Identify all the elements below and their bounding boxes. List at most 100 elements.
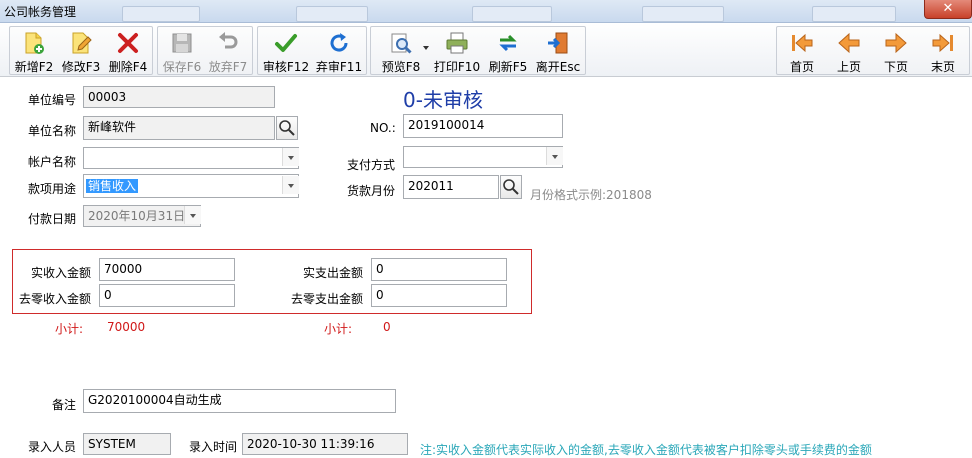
account-dropdown-icon[interactable] <box>282 148 299 166</box>
unit-name-field[interactable]: 新峰软件 <box>83 116 275 140</box>
purpose-dropdown-icon[interactable] <box>282 176 299 194</box>
actual-income-field[interactable]: 70000 <box>99 258 235 281</box>
print-button-label: 打印F10 <box>433 60 481 74</box>
account-label: 帐户名称 <box>28 155 77 169</box>
last-page-icon <box>932 33 953 53</box>
delete-button-label: 删除F4 <box>108 60 148 74</box>
remark-field[interactable]: G2020100004自动生成 <box>83 389 396 413</box>
month-label: 货款月份 <box>347 184 396 198</box>
preview-button[interactable]: 预览F8 <box>373 27 429 74</box>
printer-icon <box>446 32 468 54</box>
toolbar-group-navigation: 首页 上页 下页 末页 <box>776 26 970 75</box>
refresh-green-icon <box>499 34 517 52</box>
edit-button[interactable]: 修改F3 <box>59 27 103 74</box>
edit-button-label: 修改F3 <box>61 60 101 74</box>
entry-time-label: 录入时间 <box>189 440 238 454</box>
close-button[interactable]: ✕ <box>924 0 972 19</box>
title-bar: 公司帐务管理 ✕ <box>0 0 972 23</box>
background-tab <box>812 6 896 22</box>
pay-date-label: 付款日期 <box>28 212 77 226</box>
save-icon <box>172 33 192 53</box>
next-page-button[interactable]: 下页 <box>873 27 919 74</box>
refresh-blue-icon <box>330 33 348 52</box>
pay-method-select[interactable] <box>403 146 563 168</box>
toolbar-group-save: 保存F6 放弃F7 <box>157 26 253 75</box>
refresh-button-label: 刷新F5 <box>488 60 528 74</box>
month-search-button[interactable] <box>500 175 522 199</box>
toolbar-group-output: 预览F8 打印F10 刷新F5 离开Esc <box>370 26 586 75</box>
delete-icon <box>118 33 138 53</box>
unit-code-label: 单位编号 <box>28 93 77 107</box>
exit-button[interactable]: 离开Esc <box>533 27 583 74</box>
new-button[interactable]: 新增F2 <box>12 27 56 74</box>
no-field[interactable]: 2019100014 <box>403 114 563 138</box>
next-page-label: 下页 <box>883 60 908 74</box>
purpose-select[interactable]: 销售收入 <box>83 174 299 198</box>
no-label: NO.: <box>370 121 396 135</box>
unaudit-button-label: 弃审F11 <box>315 60 363 74</box>
account-select[interactable] <box>83 147 299 169</box>
unit-search-button[interactable] <box>276 116 298 140</box>
save-button[interactable]: 保存F6 <box>160 27 204 74</box>
undo-button-label: 放弃F7 <box>208 60 248 74</box>
round-income-label: 去零收入金额 <box>19 292 92 306</box>
last-page-label: 末页 <box>930 60 955 74</box>
first-page-icon <box>792 33 813 53</box>
search-icon <box>503 179 519 195</box>
undo-button[interactable]: 放弃F7 <box>206 27 250 74</box>
purpose-label: 款项用途 <box>28 182 77 196</box>
preview-button-label: 预览F8 <box>381 60 421 74</box>
first-page-label: 首页 <box>789 60 814 74</box>
background-tab <box>122 6 200 22</box>
search-icon <box>279 120 295 136</box>
month-field[interactable]: 202011 <box>403 175 499 199</box>
entry-user-field[interactable]: SYSTEM <box>83 433 171 455</box>
prev-page-icon <box>838 32 860 54</box>
check-icon <box>275 34 297 52</box>
unit-code-field[interactable]: 00003 <box>83 86 275 108</box>
round-expense-label: 去零支出金额 <box>291 292 364 306</box>
actual-income-label: 实收入金额 <box>31 266 92 280</box>
exit-icon <box>548 32 568 54</box>
dropdown-arrow-icon[interactable] <box>423 46 429 50</box>
background-tab <box>296 6 368 22</box>
pay-date-dropdown-icon[interactable] <box>184 206 201 224</box>
first-page-button[interactable]: 首页 <box>779 27 825 74</box>
preview-icon <box>391 33 412 54</box>
unaudit-button[interactable]: 弃审F11 <box>313 27 365 74</box>
actual-expense-label: 实支出金额 <box>303 266 364 280</box>
window-title: 公司帐务管理 <box>4 5 77 19</box>
delete-button[interactable]: 删除F4 <box>106 27 150 74</box>
unit-name-label: 单位名称 <box>28 124 77 138</box>
audit-button-label: 审核F12 <box>262 60 310 74</box>
prev-page-button[interactable]: 上页 <box>826 27 872 74</box>
last-page-button[interactable]: 末页 <box>920 27 966 74</box>
next-page-icon <box>885 32 907 54</box>
subtotal-expense-label: 小计: <box>324 322 353 336</box>
pay-method-dropdown-icon[interactable] <box>546 147 563 165</box>
print-button[interactable]: 打印F10 <box>431 27 483 74</box>
edit-icon <box>72 32 92 54</box>
prev-page-label: 上页 <box>836 60 861 74</box>
undo-icon <box>219 32 238 49</box>
subtotal-income-value: 70000 <box>107 320 146 334</box>
pay-method-label: 支付方式 <box>347 158 396 172</box>
toolbar-group-audit: 审核F12 弃审F11 <box>257 26 367 75</box>
toolbar-group-edit: 新增F2 修改F3 删除F4 <box>9 26 153 75</box>
subtotal-income-label: 小计: <box>55 322 84 336</box>
refresh-button[interactable]: 刷新F5 <box>484 27 532 74</box>
month-format-hint: 月份格式示例:201808 <box>530 188 652 202</box>
background-tab <box>472 6 552 22</box>
toolbar: 新增F2 修改F3 删除F4 保存F6 放弃F7 审核F12 弃审F11 预览F… <box>0 23 972 77</box>
round-income-field[interactable]: 0 <box>99 284 235 307</box>
round-expense-field[interactable]: 0 <box>371 284 507 307</box>
audit-button[interactable]: 审核F12 <box>260 27 312 74</box>
exit-button-label: 离开Esc <box>535 60 581 74</box>
subtotal-expense-value: 0 <box>383 320 391 334</box>
entry-time-field[interactable]: 2020-10-30 11:39:16 <box>242 433 408 455</box>
audit-status: 0-未审核 <box>403 88 483 112</box>
purpose-value: 销售收入 <box>86 179 139 193</box>
actual-expense-field[interactable]: 0 <box>371 258 507 281</box>
remark-label: 备注 <box>52 398 77 412</box>
close-icon: ✕ <box>942 1 954 16</box>
